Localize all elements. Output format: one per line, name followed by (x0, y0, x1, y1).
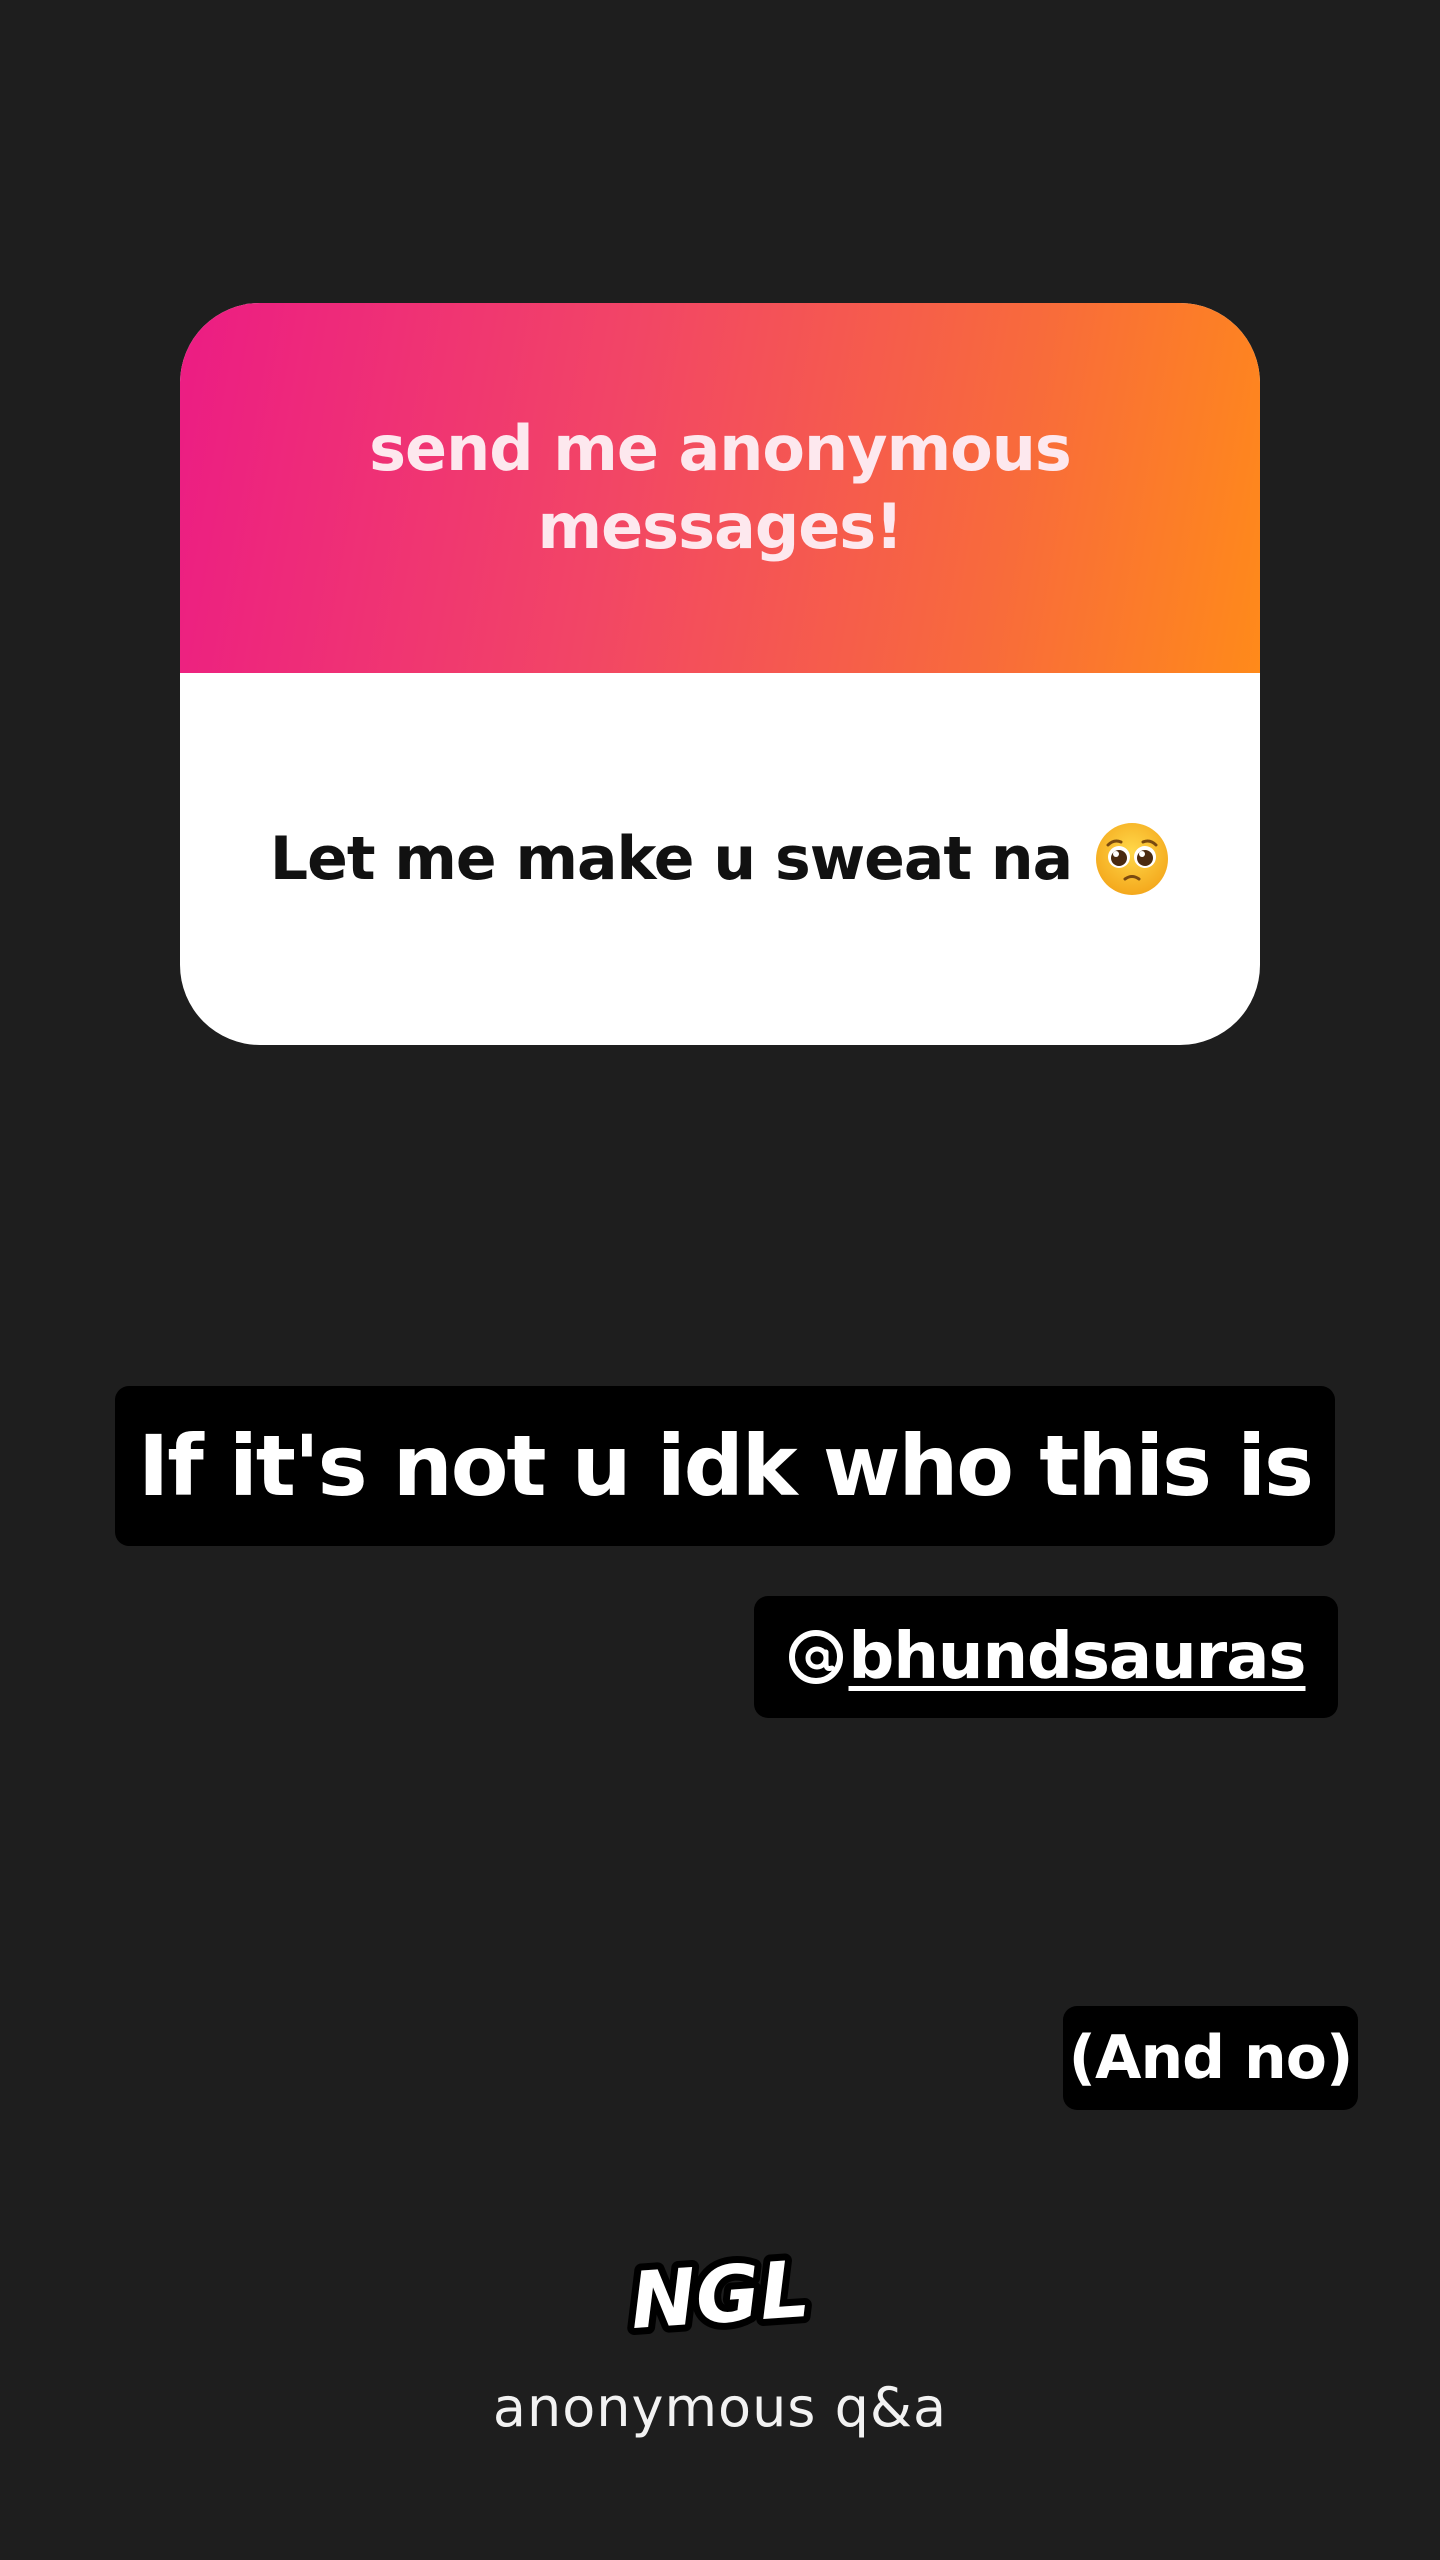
aside-caption: (And no) (1063, 2006, 1358, 2110)
aside-caption-text: (And no) (1068, 2023, 1354, 2093)
story-caption: If it's not u idk who this is (115, 1386, 1335, 1546)
ngl-card-message: Let me make u sweat na (269, 824, 1073, 894)
ngl-card-prompt: send me anonymous messages! (369, 412, 1072, 563)
threads-icon (787, 1628, 845, 1686)
story-canvas: send me anonymous messages! Let me make … (0, 0, 1440, 2560)
ngl-card-header: send me anonymous messages! (180, 303, 1260, 673)
ngl-logo-text: NGL (628, 2245, 813, 2347)
ngl-logo: NGL (621, 2240, 820, 2350)
footer-caption: anonymous q&a (492, 2376, 948, 2439)
mention-handle[interactable]: bhundsauras (849, 1620, 1307, 1694)
pleading-face-icon (1094, 821, 1170, 897)
mention-sticker[interactable]: bhundsauras (754, 1596, 1338, 1718)
ngl-card-body: Let me make u sweat na (180, 673, 1260, 1045)
story-caption-text: If it's not u idk who this is (137, 1417, 1314, 1515)
ngl-question-card[interactable]: send me anonymous messages! Let me make … (180, 303, 1260, 1045)
